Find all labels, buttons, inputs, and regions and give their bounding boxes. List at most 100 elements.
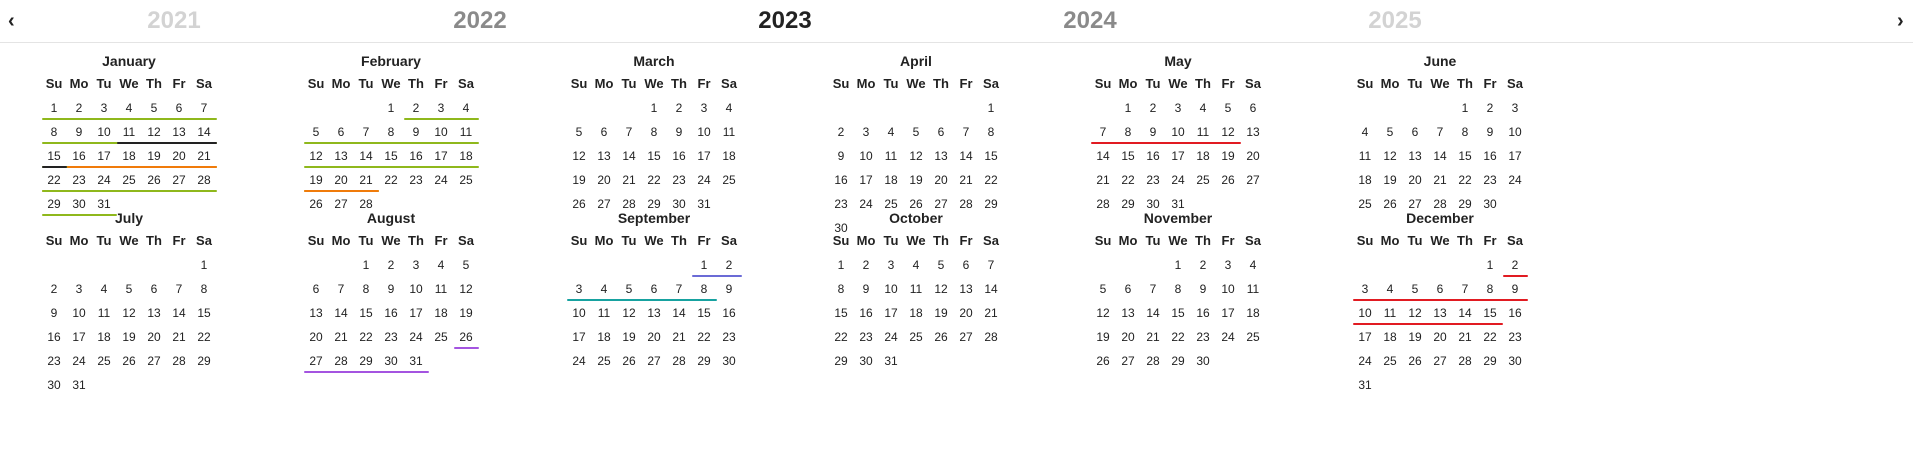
day-cell[interactable]: 3 xyxy=(1216,253,1241,277)
day-cell[interactable]: 5 xyxy=(304,120,329,144)
day-cell[interactable]: 18 xyxy=(879,168,904,192)
day-cell[interactable]: 28 xyxy=(167,349,192,373)
day-cell[interactable]: 21 xyxy=(1428,168,1453,192)
day-cell[interactable]: 11 xyxy=(454,120,479,144)
day-cell[interactable]: 30 xyxy=(717,349,742,373)
day-cell[interactable]: 27 xyxy=(304,349,329,373)
event-underline[interactable] xyxy=(403,118,479,120)
day-cell[interactable]: 6 xyxy=(642,277,667,301)
day-cell[interactable]: 13 xyxy=(1428,301,1453,325)
day-cell[interactable]: 14 xyxy=(1453,301,1478,325)
day-cell[interactable]: 4 xyxy=(1378,277,1403,301)
day-cell[interactable]: 6 xyxy=(1116,277,1141,301)
day-cell[interactable]: 16 xyxy=(1478,144,1503,168)
day-cell[interactable]: 25 xyxy=(1191,168,1216,192)
day-cell[interactable]: 11 xyxy=(117,120,142,144)
event-underline[interactable] xyxy=(41,118,217,120)
day-cell[interactable]: 6 xyxy=(592,120,617,144)
day-cell[interactable]: 2 xyxy=(1141,96,1166,120)
day-cell[interactable]: 15 xyxy=(1478,301,1503,325)
day-cell[interactable]: 23 xyxy=(67,168,92,192)
day-cell[interactable]: 10 xyxy=(404,277,429,301)
event-underline[interactable] xyxy=(303,371,429,373)
day-cell[interactable]: 17 xyxy=(879,301,904,325)
day-cell[interactable]: 1 xyxy=(979,96,1004,120)
day-cell[interactable]: 21 xyxy=(1453,325,1478,349)
day-cell[interactable]: 24 xyxy=(404,325,429,349)
day-cell[interactable]: 18 xyxy=(454,144,479,168)
day-cell[interactable]: 10 xyxy=(67,301,92,325)
day-cell[interactable]: 30 xyxy=(379,349,404,373)
day-cell[interactable]: 12 xyxy=(929,277,954,301)
day-cell[interactable]: 23 xyxy=(1141,168,1166,192)
day-cell[interactable]: 4 xyxy=(717,96,742,120)
day-cell[interactable]: 4 xyxy=(92,277,117,301)
day-cell[interactable]: 20 xyxy=(329,168,354,192)
year-tab-2025[interactable]: 2025 xyxy=(1368,6,1421,36)
day-cell[interactable]: 11 xyxy=(592,301,617,325)
day-cell[interactable]: 22 xyxy=(354,325,379,349)
day-cell[interactable]: 21 xyxy=(667,325,692,349)
day-cell[interactable]: 1 xyxy=(192,253,217,277)
day-cell[interactable]: 10 xyxy=(854,144,879,168)
day-cell[interactable]: 7 xyxy=(667,277,692,301)
day-cell[interactable]: 21 xyxy=(979,301,1004,325)
day-cell[interactable]: 28 xyxy=(979,325,1004,349)
day-cell[interactable]: 1 xyxy=(829,253,854,277)
day-cell[interactable]: 13 xyxy=(642,301,667,325)
day-cell[interactable]: 17 xyxy=(1353,325,1378,349)
day-cell[interactable]: 19 xyxy=(1216,144,1241,168)
day-cell[interactable]: 9 xyxy=(1141,120,1166,144)
day-cell[interactable]: 26 xyxy=(454,325,479,349)
day-cell[interactable]: 26 xyxy=(117,349,142,373)
day-cell[interactable]: 13 xyxy=(142,301,167,325)
day-cell[interactable]: 1 xyxy=(1166,253,1191,277)
day-cell[interactable]: 1 xyxy=(1453,96,1478,120)
day-cell[interactable]: 16 xyxy=(404,144,429,168)
event-underline[interactable] xyxy=(41,166,67,168)
day-cell[interactable]: 24 xyxy=(1166,168,1191,192)
day-cell[interactable]: 8 xyxy=(979,120,1004,144)
day-cell[interactable]: 30 xyxy=(854,349,879,373)
day-cell[interactable]: 22 xyxy=(42,168,67,192)
day-cell[interactable]: 9 xyxy=(1503,277,1528,301)
day-cell[interactable]: 18 xyxy=(92,325,117,349)
day-cell[interactable]: 9 xyxy=(404,120,429,144)
day-cell[interactable]: 5 xyxy=(142,96,167,120)
day-cell[interactable]: 2 xyxy=(67,96,92,120)
day-cell[interactable]: 16 xyxy=(1191,301,1216,325)
day-cell[interactable]: 16 xyxy=(667,144,692,168)
day-cell[interactable]: 8 xyxy=(42,120,67,144)
day-cell[interactable]: 23 xyxy=(1191,325,1216,349)
previous-year-arrow-icon[interactable]: ‹ xyxy=(8,6,15,36)
day-cell[interactable]: 17 xyxy=(67,325,92,349)
day-cell[interactable]: 6 xyxy=(954,253,979,277)
day-cell[interactable]: 17 xyxy=(692,144,717,168)
day-cell[interactable]: 19 xyxy=(617,325,642,349)
day-cell[interactable]: 8 xyxy=(692,277,717,301)
day-cell[interactable]: 5 xyxy=(904,120,929,144)
day-cell[interactable]: 10 xyxy=(567,301,592,325)
day-cell[interactable]: 22 xyxy=(829,325,854,349)
day-cell[interactable]: 3 xyxy=(92,96,117,120)
day-cell[interactable]: 5 xyxy=(1091,277,1116,301)
day-cell[interactable]: 2 xyxy=(379,253,404,277)
day-cell[interactable]: 21 xyxy=(354,168,379,192)
day-cell[interactable]: 21 xyxy=(192,144,217,168)
day-cell[interactable]: 9 xyxy=(829,144,854,168)
day-cell[interactable]: 3 xyxy=(854,120,879,144)
day-cell[interactable]: 27 xyxy=(167,168,192,192)
day-cell[interactable]: 7 xyxy=(617,120,642,144)
day-cell[interactable]: 2 xyxy=(667,96,692,120)
day-cell[interactable]: 9 xyxy=(379,277,404,301)
day-cell[interactable]: 30 xyxy=(1191,349,1216,373)
day-cell[interactable]: 7 xyxy=(979,253,1004,277)
event-underline[interactable] xyxy=(66,166,217,168)
day-cell[interactable]: 7 xyxy=(954,120,979,144)
event-underline[interactable] xyxy=(453,347,479,349)
day-cell[interactable]: 19 xyxy=(929,301,954,325)
day-cell[interactable]: 14 xyxy=(667,301,692,325)
day-cell[interactable]: 28 xyxy=(1453,349,1478,373)
day-cell[interactable]: 4 xyxy=(117,96,142,120)
day-cell[interactable]: 20 xyxy=(304,325,329,349)
